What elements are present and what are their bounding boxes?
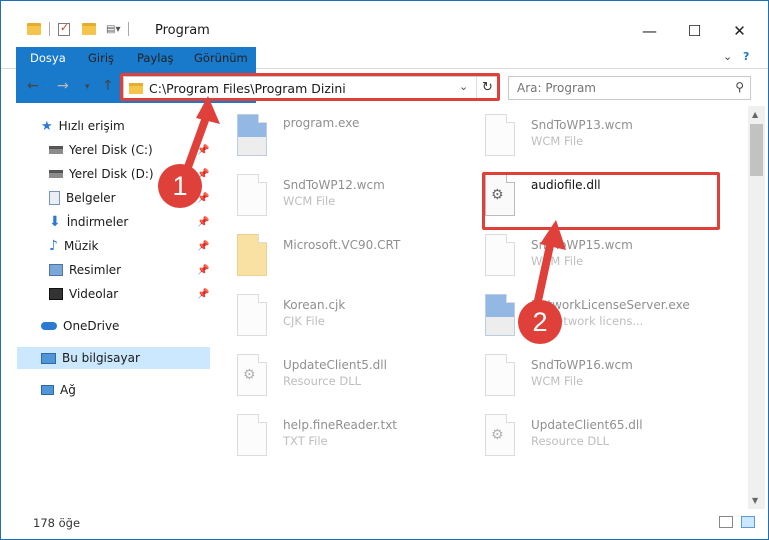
search-box[interactable]: ⚲ xyxy=(508,76,751,100)
dll-file-icon: ⚙ xyxy=(237,354,267,396)
sidebar-item-downloads[interactable]: ⬇ İndirmeler 📌 xyxy=(1,211,213,233)
dll-file-icon: ⚙ xyxy=(485,414,515,456)
pin-icon[interactable]: 📌 xyxy=(197,265,209,276)
minimize-button[interactable]: — xyxy=(627,17,672,45)
callout-badge-2: 2 xyxy=(518,300,562,344)
search-icon[interactable]: ⚲ xyxy=(735,80,744,94)
folder-icon xyxy=(27,23,41,35)
file-item-program-exe[interactable]: program.exe xyxy=(213,106,453,162)
network-icon xyxy=(41,385,54,395)
close-button[interactable]: ✕ xyxy=(717,17,762,45)
file-item-updateclient5[interactable]: ⚙ UpdateClient5.dll Resource DLL xyxy=(213,346,453,402)
pin-icon[interactable]: 📌 xyxy=(197,289,209,300)
help-button[interactable]: ? xyxy=(743,50,749,63)
title-bar: ▤▾ Program — ☐ ✕ xyxy=(1,1,768,47)
documents-icon xyxy=(49,191,60,205)
search-input[interactable] xyxy=(509,77,719,99)
scroll-down-icon[interactable]: ▼ xyxy=(752,496,758,505)
forward-arrow-icon[interactable]: → xyxy=(57,78,69,94)
computer-icon xyxy=(41,352,56,364)
download-icon: ⬇ xyxy=(49,214,61,230)
pin-icon[interactable]: 📌 xyxy=(197,145,209,156)
folder-icon xyxy=(237,234,267,276)
window-title: Program xyxy=(155,23,210,38)
tab-share[interactable]: Paylaş xyxy=(137,47,174,69)
vertical-scrollbar[interactable]: ▲ ▼ xyxy=(748,106,765,509)
file-item-sndtowp15[interactable]: SndToWP15.wcm WCM File xyxy=(461,226,701,282)
file-item-sndtowp13[interactable]: SndToWP13.wcm WCM File xyxy=(461,106,701,162)
status-bar: 178 öğe xyxy=(1,509,768,539)
file-item-help-txt[interactable]: help.fineReader.txt TXT File xyxy=(213,406,453,462)
sidebar-item-music[interactable]: ♪ Müzik 📌 xyxy=(1,235,213,257)
sidebar-item-network[interactable]: Ağ xyxy=(1,379,213,401)
properties-icon[interactable] xyxy=(58,21,70,36)
tab-view[interactable]: Görünüm xyxy=(194,47,248,69)
sidebar-item-disk-c[interactable]: Yerel Disk (C:) 📌 xyxy=(1,139,213,161)
file-icon xyxy=(485,114,515,156)
cloud-icon xyxy=(41,322,57,330)
recent-locations-icon[interactable]: ▾ xyxy=(85,82,90,92)
file-highlight xyxy=(482,172,720,230)
file-item-sndtowp12[interactable]: SndToWP12.wcm WCM File xyxy=(213,166,453,222)
file-item-korean-cjk[interactable]: Korean.cjk CJK File xyxy=(213,286,453,342)
drive-icon xyxy=(49,146,63,154)
toolbar-separator xyxy=(128,22,130,36)
ribbon-tabs: Dosya Giriş Paylaş Görünüm ⌄ ? xyxy=(1,47,768,103)
quick-access-toolbar: ▤▾ xyxy=(27,21,137,36)
star-icon: ★ xyxy=(41,118,53,134)
file-item-networklicenseserver[interactable]: NetworkLicenseServer.exe BY network lice… xyxy=(461,286,701,342)
sidebar-item-onedrive[interactable]: OneDrive xyxy=(1,315,213,337)
file-item-sndtowp16[interactable]: SndToWP16.wcm WCM File xyxy=(461,346,701,402)
gear-icon: ⚙ xyxy=(243,367,256,383)
up-arrow-icon[interactable]: ↑ xyxy=(102,78,114,94)
sidebar-item-pictures[interactable]: Resimler 📌 xyxy=(1,259,213,281)
sidebar-item-this-pc[interactable]: Bu bilgisayar xyxy=(17,347,210,369)
toolbar-separator xyxy=(49,22,50,36)
file-item-microsoft-vc90[interactable]: Microsoft.VC90.CRT xyxy=(213,226,453,282)
file-icon xyxy=(485,234,515,276)
address-highlight xyxy=(120,73,500,101)
large-icons-view-icon[interactable] xyxy=(741,516,755,528)
callout-badge-1: 1 xyxy=(158,164,202,208)
exe-file-icon xyxy=(485,294,515,336)
pictures-icon xyxy=(49,264,63,276)
file-item-updateclient65[interactable]: ⚙ UpdateClient65.dll Resource DLL xyxy=(461,406,701,462)
sidebar-item-videos[interactable]: Videolar 📌 xyxy=(1,283,213,305)
customize-toolbar-icon[interactable]: ▤▾ xyxy=(106,24,120,35)
file-icon xyxy=(237,294,267,336)
video-icon xyxy=(49,288,63,300)
exe-file-icon xyxy=(237,114,267,156)
file-icon xyxy=(485,354,515,396)
back-arrow-icon[interactable]: ← xyxy=(27,78,39,94)
item-count: 178 öğe xyxy=(33,516,81,530)
pin-icon[interactable]: 📌 xyxy=(197,217,209,228)
pin-icon[interactable]: 📌 xyxy=(197,241,209,252)
new-folder-icon[interactable] xyxy=(82,23,96,35)
music-icon: ♪ xyxy=(49,238,58,254)
file-icon xyxy=(237,174,267,216)
expand-ribbon-icon[interactable]: ⌄ xyxy=(723,50,732,63)
file-list: program.exe SndToWP13.wcm WCM File SndTo… xyxy=(213,106,748,506)
details-view-icon[interactable] xyxy=(719,516,733,528)
scroll-thumb[interactable] xyxy=(750,124,763,176)
drive-icon xyxy=(49,170,63,178)
text-file-icon xyxy=(237,414,267,456)
sidebar-item-quick-access[interactable]: ★ Hızlı erişim xyxy=(1,115,213,137)
maximize-button[interactable]: ☐ xyxy=(672,17,717,45)
gear-icon: ⚙ xyxy=(491,427,504,443)
tab-home[interactable]: Giriş xyxy=(88,47,114,69)
scroll-up-icon[interactable]: ▲ xyxy=(752,110,758,119)
